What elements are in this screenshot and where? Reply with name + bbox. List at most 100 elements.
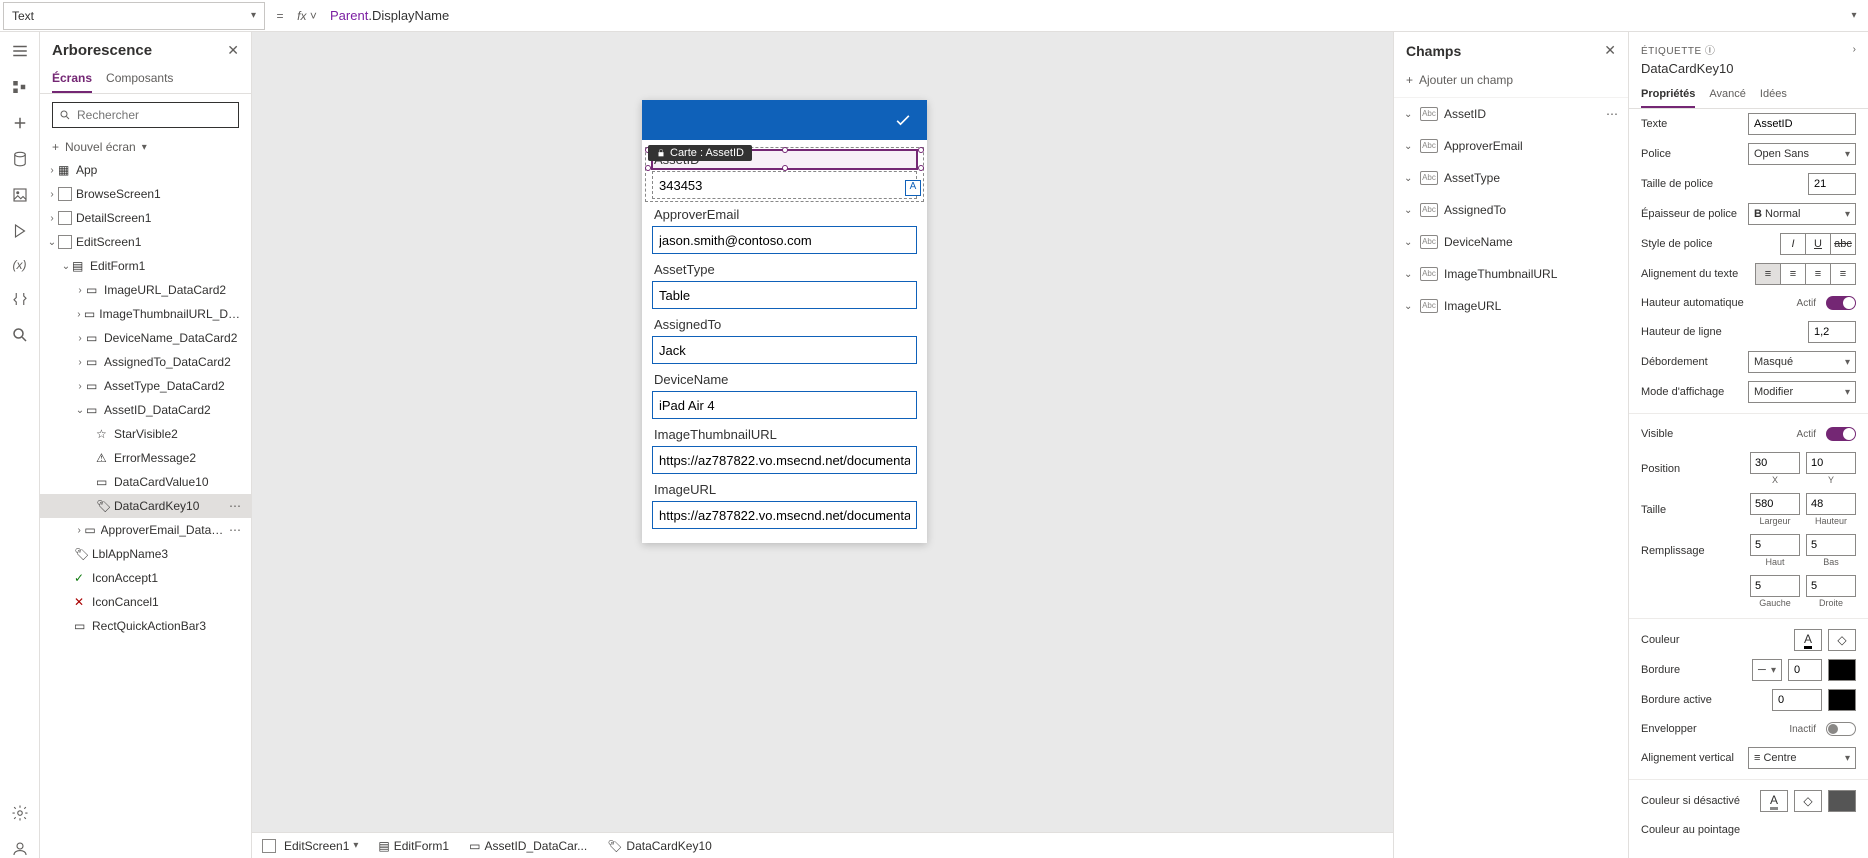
tab-advanced[interactable]: Avancé [1709, 82, 1746, 108]
variable-icon[interactable]: (x) [13, 258, 27, 272]
close-icon[interactable]: ✕ [227, 42, 239, 59]
font-size-input[interactable] [1808, 173, 1856, 195]
field-input[interactable] [652, 171, 917, 199]
field-row[interactable]: ⌄AbcDeviceName [1394, 226, 1628, 258]
weight-select[interactable]: B Normal▾ [1748, 203, 1856, 225]
datacard[interactable]: ImageThumbnailURL [652, 425, 917, 474]
tree-item-card[interactable]: ⌄▭AssetID_DataCard2 [40, 398, 251, 422]
text-color-button[interactable]: A [1794, 629, 1822, 651]
pad-bottom-input[interactable] [1806, 534, 1856, 556]
canvas[interactable]: Carte : AssetID AssetID A ApproverEmail … [252, 32, 1393, 858]
new-screen-button[interactable]: + Nouvel écran ▾ [52, 140, 239, 154]
gear-icon[interactable] [11, 804, 29, 822]
active-border-input[interactable] [1772, 689, 1822, 711]
align-left-button[interactable]: ≡ [1755, 263, 1781, 285]
align-right-button[interactable]: ≡ [1805, 263, 1831, 285]
info-icon[interactable]: ⓘ [1705, 46, 1716, 57]
displaymode-select[interactable]: Modifier▾ [1748, 381, 1856, 403]
more-icon[interactable]: ⋯ [1606, 107, 1618, 121]
power-automate-icon[interactable] [11, 222, 29, 240]
pad-top-input[interactable] [1750, 534, 1800, 556]
tree-item-card[interactable]: ›▭ImageThumbnailURL_DataCard2 [40, 302, 251, 326]
data-icon[interactable] [11, 150, 29, 168]
media-icon[interactable] [11, 186, 29, 204]
tree-item-screen[interactable]: ›BrowseScreen1 [40, 182, 251, 206]
tab-ideas[interactable]: Idées [1760, 82, 1787, 108]
overflow-select[interactable]: Masqué▾ [1748, 351, 1856, 373]
breadcrumb-item[interactable]: ▭AssetID_DataCar... [469, 839, 587, 853]
tree-item-control[interactable]: ▭RectQuickActionBar3 [40, 614, 251, 638]
datacard[interactable]: ImageURL [652, 480, 917, 529]
field-input[interactable] [652, 281, 917, 309]
tab-properties[interactable]: Propriétés [1641, 82, 1695, 108]
wrap-toggle[interactable] [1826, 722, 1856, 736]
breadcrumb-item[interactable]: ▤EditForm1 [378, 839, 449, 853]
datacard[interactable]: DeviceName [652, 370, 917, 419]
text-input[interactable] [1748, 113, 1856, 135]
tree-search[interactable] [52, 102, 239, 128]
border-width-input[interactable] [1788, 659, 1822, 681]
tree-item-control-selected[interactable]: 🏷DataCardKey10⋯ [40, 494, 251, 518]
datacard[interactable]: AssetType [652, 260, 917, 309]
datacard[interactable]: AssignedTo [652, 315, 917, 364]
tree-item-control[interactable]: ▭DataCardValue10 [40, 470, 251, 494]
field-row[interactable]: ⌄AbcAssignedTo [1394, 194, 1628, 226]
pad-right-input[interactable] [1806, 575, 1856, 597]
border-style-select[interactable]: ─▾ [1752, 659, 1782, 681]
field-input[interactable] [652, 501, 917, 529]
autoheight-toggle[interactable] [1826, 296, 1856, 310]
pos-y-input[interactable] [1806, 452, 1856, 474]
italic-button[interactable]: I [1780, 233, 1806, 255]
font-select[interactable]: Open Sans▾ [1748, 143, 1856, 165]
valign-select[interactable]: ≡ Centre▾ [1748, 747, 1856, 769]
close-icon[interactable]: ✕ [1604, 42, 1616, 59]
height-input[interactable] [1806, 493, 1856, 515]
add-field-button[interactable]: + Ajouter un champ [1394, 69, 1628, 98]
tree-item-screen[interactable]: ⌄EditScreen1 [40, 230, 251, 254]
field-row[interactable]: ⌄AbcImageThumbnailURL [1394, 258, 1628, 290]
more-icon[interactable]: ⋯ [225, 499, 245, 513]
underline-button[interactable]: U [1805, 233, 1831, 255]
field-row[interactable]: ⌄AbcImageURL [1394, 290, 1628, 322]
field-row[interactable]: ⌄AbcAssetID⋯ [1394, 98, 1628, 130]
field-input[interactable] [652, 226, 917, 254]
tab-screens[interactable]: Écrans [52, 65, 92, 93]
tree-item-app[interactable]: ›▦App [40, 158, 251, 182]
tree-item-control[interactable]: 🏷LblAppName3 [40, 542, 251, 566]
breadcrumb-item[interactable]: EditScreen1▾ [262, 839, 358, 853]
datacard[interactable]: ApproverEmail [652, 205, 917, 254]
tree-item-control[interactable]: ☆StarVisible2 [40, 422, 251, 446]
disabled-fill-color[interactable]: ◇ [1794, 790, 1822, 812]
width-input[interactable] [1750, 493, 1800, 515]
field-input[interactable] [652, 391, 917, 419]
strike-button[interactable]: abc [1830, 233, 1856, 255]
tree-item-form[interactable]: ⌄▤EditForm1 [40, 254, 251, 278]
border-color-swatch[interactable] [1828, 659, 1856, 681]
field-row[interactable]: ⌄AbcApproverEmail [1394, 130, 1628, 162]
tree-view-icon[interactable] [11, 78, 29, 96]
tab-components[interactable]: Composants [106, 65, 173, 93]
tree-item-card[interactable]: ›▭AssignedTo_DataCard2 [40, 350, 251, 374]
disabled-text-color[interactable]: A [1760, 790, 1788, 812]
tree-item-control[interactable]: ✓IconAccept1 [40, 566, 251, 590]
disabled-border-swatch[interactable] [1828, 790, 1856, 812]
breadcrumb-item[interactable]: 🏷DataCardKey10 [607, 839, 712, 853]
tree-item-card[interactable]: ›▭ApproverEmail_DataCard2⋯ [40, 518, 251, 542]
search-icon[interactable] [11, 326, 29, 344]
formula-expand[interactable]: ▾ [1840, 10, 1868, 21]
tree-search-input[interactable] [77, 108, 232, 122]
tree-item-control[interactable]: ⚠ErrorMessage2 [40, 446, 251, 470]
field-row[interactable]: ⌄AbcAssetType [1394, 162, 1628, 194]
property-selector[interactable]: Text ▾ [3, 2, 265, 30]
field-input[interactable] [652, 446, 917, 474]
align-center-button[interactable]: ≡ [1780, 263, 1806, 285]
visible-toggle[interactable] [1826, 427, 1856, 441]
lineheight-input[interactable] [1808, 321, 1856, 343]
virtual-agent-icon[interactable] [11, 840, 29, 858]
tree-item-card[interactable]: ›▭AssetType_DataCard2 [40, 374, 251, 398]
advanced-tools-icon[interactable] [11, 290, 29, 308]
active-border-color-swatch[interactable] [1828, 689, 1856, 711]
tree-item-card[interactable]: ›▭DeviceName_DataCard2 [40, 326, 251, 350]
tree-item-card[interactable]: ›▭ImageURL_DataCard2 [40, 278, 251, 302]
more-icon[interactable]: ⋯ [225, 523, 245, 537]
